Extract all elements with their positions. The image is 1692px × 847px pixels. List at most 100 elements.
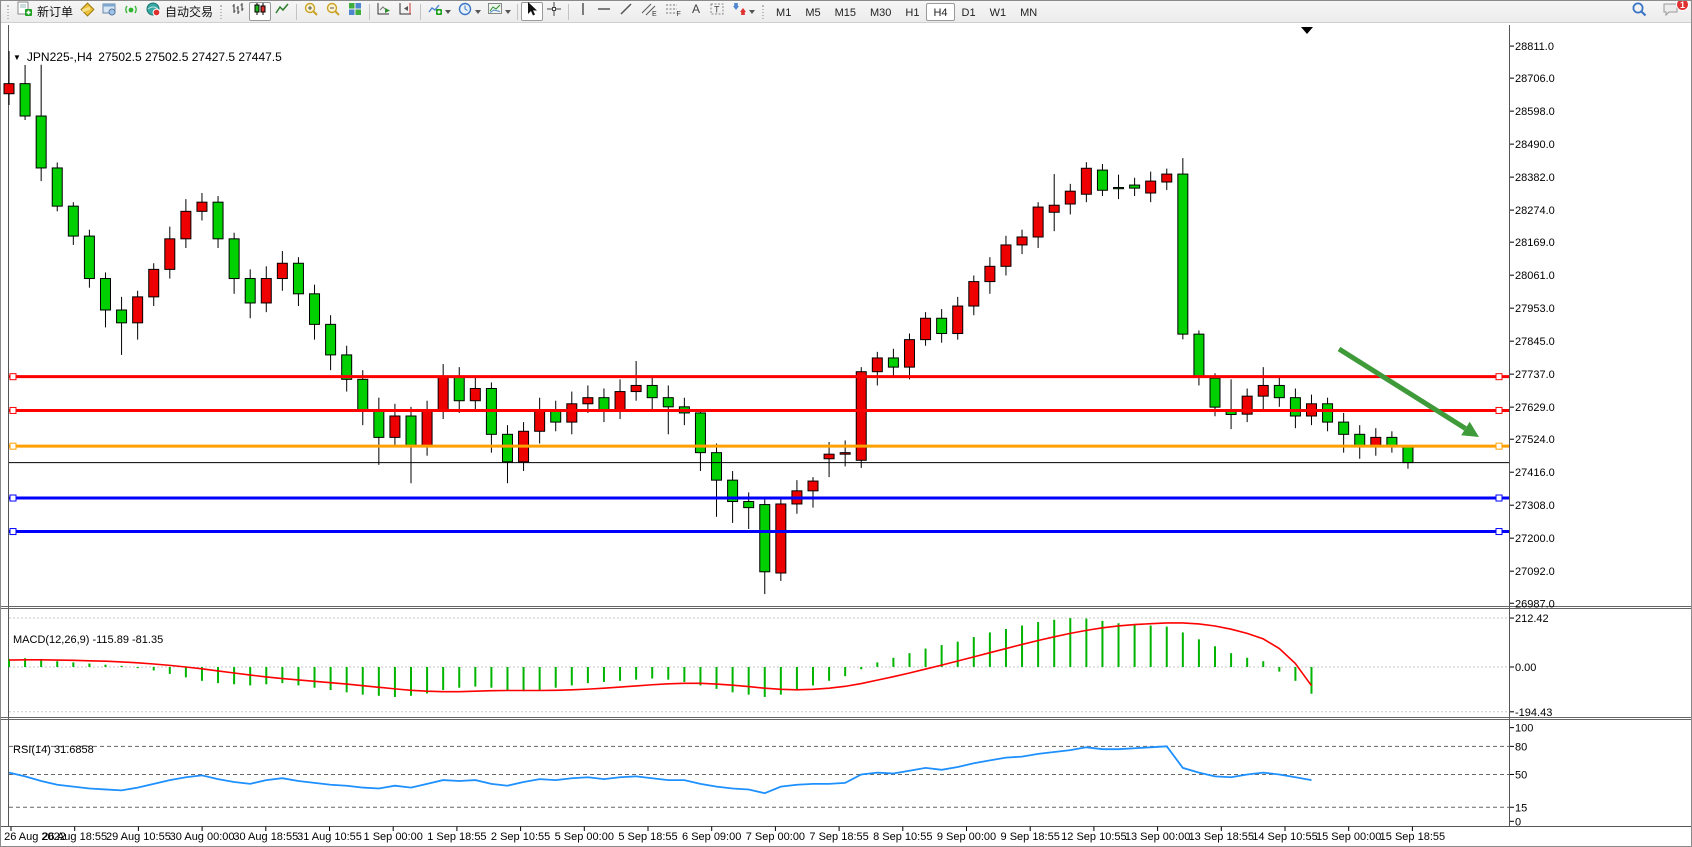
candle: [486, 382, 496, 452]
candle: [277, 251, 287, 291]
candle: [149, 263, 159, 306]
time-label: 9 Sep 00:00: [937, 831, 996, 843]
svg-text:27524.0: 27524.0: [1515, 434, 1555, 446]
line-handle[interactable]: [10, 529, 16, 535]
time-label: 5 Sep 18:55: [618, 831, 677, 843]
candle: [1403, 446, 1413, 469]
horizontal-line-27618.2[interactable]: [9, 407, 1509, 413]
svg-text:27200.0: 27200.0: [1515, 533, 1555, 545]
svg-text:28490.0: 28490.0: [1515, 139, 1555, 151]
candle: [358, 370, 368, 425]
line-handle[interactable]: [1496, 443, 1502, 449]
one-click-trading-toggle[interactable]: ▼: [13, 53, 21, 62]
svg-text:80: 80: [1515, 741, 1527, 753]
candle: [52, 162, 62, 211]
svg-text:27953.0: 27953.0: [1515, 303, 1555, 315]
candle: [502, 425, 512, 483]
candle: [551, 401, 561, 432]
svg-text:0.00: 0.00: [1515, 662, 1536, 674]
candle: [647, 376, 657, 410]
svg-text:28811.0: 28811.0: [1515, 41, 1554, 53]
candle: [293, 257, 303, 306]
candle: [969, 275, 979, 315]
candle: [1114, 175, 1124, 199]
rsi-level-lines: [9, 746, 1509, 807]
candle: [100, 272, 110, 327]
svg-text:27308.0: 27308.0: [1515, 500, 1555, 512]
macd-gridlines: [9, 618, 1509, 712]
time-label: 26 Aug 18:55: [42, 831, 107, 843]
candle: [1178, 158, 1188, 339]
candle: [1226, 379, 1236, 429]
macd-indicator-label: MACD(12,26,9) -115.89 -81.35: [13, 634, 163, 646]
candle: [615, 379, 625, 419]
svg-text:15: 15: [1515, 802, 1527, 814]
candle: [1017, 230, 1027, 254]
candle: [1033, 202, 1043, 248]
horizontal-line-27728.7[interactable]: [9, 374, 1509, 380]
chart-symbol-period: JPN225-,H4: [27, 50, 92, 64]
line-handle[interactable]: [10, 374, 16, 380]
candle: [261, 266, 271, 312]
candle: [760, 498, 770, 594]
candle: [872, 352, 882, 386]
candle: [213, 196, 223, 248]
candle: [856, 367, 866, 468]
svg-text:28598.0: 28598.0: [1515, 106, 1555, 118]
svg-text:28274.0: 28274.0: [1515, 205, 1555, 217]
candle: [1130, 178, 1140, 196]
line-handle[interactable]: [1496, 374, 1502, 380]
line-handle[interactable]: [1496, 407, 1502, 413]
candle: [133, 291, 143, 340]
time-label: 13 Sep 00:00: [1125, 831, 1190, 843]
horizontal-line-27331.5[interactable]: [9, 495, 1509, 501]
candle: [68, 202, 78, 245]
svg-text:28382.0: 28382.0: [1515, 172, 1555, 184]
time-axis[interactable]: 26 Aug 202226 Aug 18:5529 Aug 10:5530 Au…: [4, 827, 1445, 844]
time-label: 15 Sep 18:55: [1380, 831, 1445, 843]
candle: [567, 392, 577, 435]
svg-text:27092.0: 27092.0: [1515, 566, 1555, 578]
macd-axis-ticks: 212.420.00-194.43: [1510, 613, 1552, 719]
candle: [1049, 174, 1059, 231]
trend-arrow-annotation[interactable]: [1339, 349, 1479, 437]
line-handle[interactable]: [10, 443, 16, 449]
svg-text:28061.0: 28061.0: [1515, 270, 1555, 282]
line-handle[interactable]: [1496, 495, 1502, 501]
horizontal-line-27221.7[interactable]: [9, 529, 1509, 535]
candle: [229, 233, 239, 294]
candle: [1001, 236, 1011, 276]
candle: [631, 361, 641, 401]
candle: [1162, 169, 1172, 190]
candle: [599, 389, 609, 423]
candle: [695, 410, 705, 471]
svg-text:-194.43: -194.43: [1515, 707, 1552, 719]
horizontal-line-27501.2[interactable]: [9, 443, 1509, 449]
chart-canvas[interactable]: 28811.028706.028598.028490.028382.028274…: [1, 1, 1692, 847]
line-handle[interactable]: [10, 495, 16, 501]
time-label: 30 Aug 18:55: [233, 831, 298, 843]
svg-text:27416.0: 27416.0: [1515, 467, 1555, 479]
candle: [1290, 389, 1300, 429]
line-handle[interactable]: [1496, 529, 1502, 535]
candle: [535, 398, 545, 444]
time-label: 30 Aug 00:00: [170, 831, 235, 843]
chart-shift-marker[interactable]: [1301, 27, 1313, 34]
candle: [1355, 425, 1365, 459]
candle: [888, 349, 898, 376]
time-label: 2 Sep 10:55: [491, 831, 550, 843]
time-label: 7 Sep 18:55: [809, 831, 868, 843]
svg-text:28169.0: 28169.0: [1515, 237, 1555, 249]
candle: [1387, 431, 1397, 452]
chart-header: ▼ JPN225-,H4 27502.5 27502.5 27427.5 274…: [13, 50, 282, 64]
svg-text:26987.0: 26987.0: [1515, 598, 1555, 610]
line-handle[interactable]: [10, 407, 16, 413]
candle: [1242, 389, 1252, 423]
candle: [245, 269, 255, 318]
candle: [470, 376, 480, 410]
candle: [342, 346, 352, 392]
svg-text:0: 0: [1515, 816, 1521, 828]
candle: [921, 312, 931, 346]
candle: [197, 193, 207, 220]
candle: [117, 297, 127, 355]
